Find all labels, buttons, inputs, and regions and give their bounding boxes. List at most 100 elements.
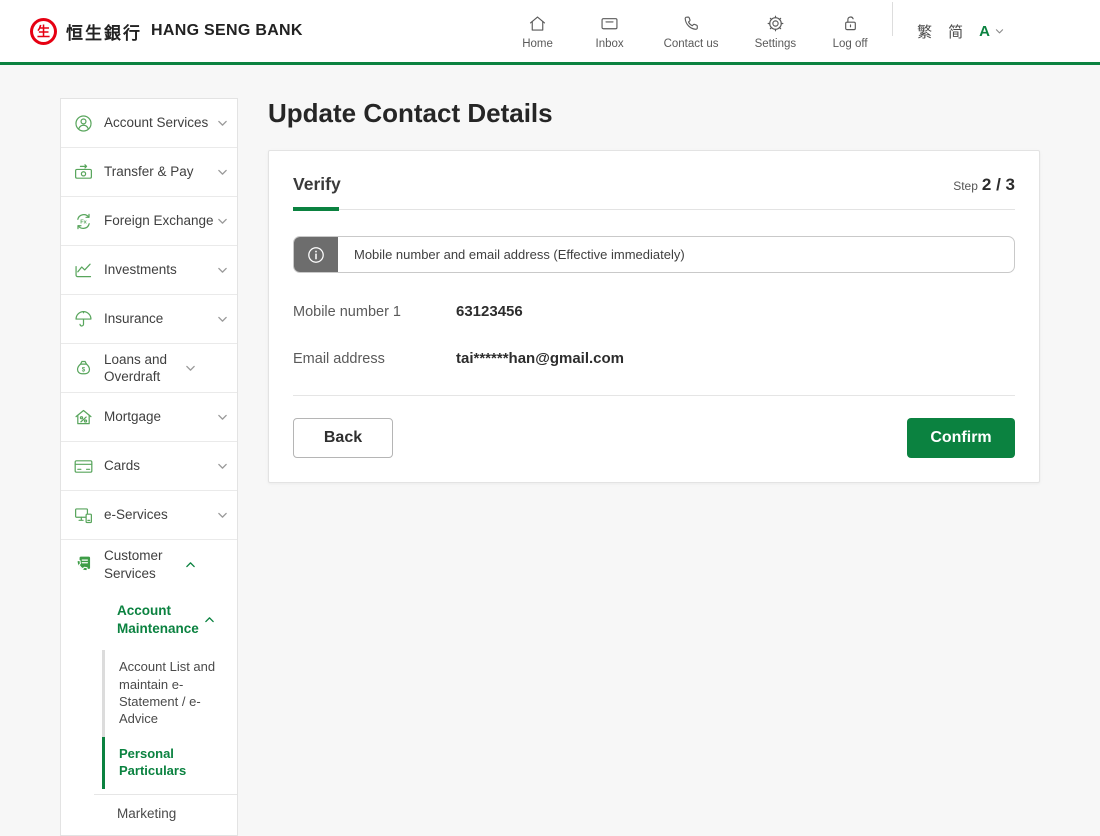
lang-simplified-chinese[interactable]: 简 — [948, 21, 963, 42]
sidebar-item-foreign-exchange[interactable]: Fx Foreign Exchange — [61, 197, 237, 246]
nav-contact-us-label: Contact us — [664, 38, 719, 50]
step-title: Verify — [293, 174, 341, 195]
sidebar-item-label: Transfer & Pay — [104, 163, 216, 180]
submenu-item-label: Account List and maintain e-Statement / … — [119, 659, 215, 726]
chevron-down-icon — [994, 26, 1005, 37]
sidebar-item-customer-services[interactable]: Customer Services — [61, 540, 237, 589]
confirm-button[interactable]: Confirm — [907, 418, 1015, 458]
sidebar-item-marketing[interactable]: Marketing — [61, 795, 237, 836]
card-icon — [73, 456, 94, 477]
bank-logo-glyph: 生 — [33, 21, 54, 42]
sidebar-item-label: Insurance — [104, 310, 216, 327]
lang-traditional-chinese[interactable]: 繁 — [917, 21, 932, 42]
submenu-label: Account Maintenance — [117, 602, 203, 637]
page-layout: Account Services Transfer & Pay Fx Forei… — [0, 65, 1100, 836]
chevron-down-icon — [216, 411, 229, 424]
step-prefix: Step — [953, 179, 978, 193]
header-nav: Home Inbox Contact us Settings — [520, 13, 869, 50]
sidebar-item-account-maintenance[interactable]: Account Maintenance — [61, 589, 237, 650]
font-size-selector[interactable]: A — [979, 23, 1005, 40]
chevron-up-icon — [203, 613, 216, 626]
sidebar-item-label: Account Services — [104, 114, 216, 131]
step-progress — [293, 207, 1015, 211]
field-label: Email address — [293, 351, 456, 367]
umbrella-icon — [73, 309, 94, 330]
sidebar-item-label: e-Services — [104, 506, 216, 523]
action-buttons: Back Confirm — [293, 418, 1015, 458]
nav-home[interactable]: Home — [520, 13, 556, 50]
chevron-down-icon — [216, 264, 229, 277]
svg-text:Fx: Fx — [80, 219, 87, 225]
step-value: 2 / 3 — [982, 175, 1015, 194]
sidebar-item-label: Foreign Exchange — [104, 212, 216, 229]
nav-log-off[interactable]: Log off — [832, 13, 868, 50]
sidebar-item-e-services[interactable]: e-Services — [61, 491, 237, 540]
step-indicator: Step 2 / 3 — [953, 175, 1015, 195]
page-title: Update Contact Details — [268, 98, 1040, 129]
card-divider — [293, 395, 1015, 396]
sidebar-item-cards[interactable]: Cards — [61, 442, 237, 491]
nav-inbox-label: Inbox — [596, 38, 624, 50]
nav-inbox[interactable]: Inbox — [592, 13, 628, 50]
nav-log-off-label: Log off — [833, 38, 868, 50]
nav-contact-us[interactable]: Contact us — [664, 13, 719, 50]
sidebar-item-account-services[interactable]: Account Services — [61, 99, 237, 148]
notice-banner: Mobile number and email address (Effecti… — [293, 236, 1015, 273]
gear-icon — [765, 13, 786, 34]
transfer-icon — [73, 162, 94, 183]
user-icon — [73, 113, 94, 134]
chevron-down-icon — [216, 215, 229, 228]
field-value: 63123456 — [456, 303, 523, 320]
lock-icon — [840, 13, 861, 34]
sidebar-item-label: Investments — [104, 261, 216, 278]
chevron-up-icon — [184, 558, 197, 571]
svg-text:$: $ — [82, 366, 86, 373]
submenu-label: Marketing — [117, 805, 203, 823]
chevron-down-icon — [216, 313, 229, 326]
bank-name-english: HANG SENG BANK — [151, 22, 303, 40]
chevron-down-icon — [184, 362, 197, 375]
sidebar-item-account-list-estatement[interactable]: Account List and maintain e-Statement / … — [102, 650, 237, 737]
phone-icon — [681, 13, 702, 34]
chevron-down-icon — [216, 460, 229, 473]
bank-logo-icon: 生 — [30, 18, 57, 45]
bank-logo[interactable]: 生 恒生銀行 HANG SENG BANK — [30, 18, 303, 45]
step-progress-active — [293, 207, 339, 211]
sidebar-item-mortgage[interactable]: Mortgage — [61, 393, 237, 442]
sidebar-item-label: Customer Services — [104, 547, 184, 582]
info-icon — [307, 246, 325, 264]
sidebar-item-label: Cards — [104, 457, 216, 474]
nav-settings[interactable]: Settings — [755, 13, 797, 50]
back-button[interactable]: Back — [293, 418, 393, 458]
inbox-icon — [599, 13, 620, 34]
field-label: Mobile number 1 — [293, 304, 456, 320]
bank-name-chinese: 恒生銀行 — [66, 19, 142, 44]
chart-icon — [73, 260, 94, 281]
header-divider — [892, 2, 893, 36]
sidebar-item-loans-overdraft[interactable]: $ Loans and Overdraft — [61, 344, 237, 393]
field-row-email: Email address tai******han@gmail.com — [293, 350, 1015, 367]
field-row-mobile: Mobile number 1 63123456 — [293, 303, 1015, 320]
home-icon — [527, 13, 548, 34]
sidebar-item-label: Loans and Overdraft — [104, 351, 184, 386]
house-percent-icon — [73, 407, 94, 428]
language-switcher: 繁 简 A — [917, 21, 1005, 42]
main-content: Update Contact Details Verify Step 2 / 3 — [268, 98, 1040, 483]
account-maintenance-submenu: Account List and maintain e-Statement / … — [102, 650, 237, 788]
chevron-down-icon — [216, 509, 229, 522]
sidebar-item-investments[interactable]: Investments — [61, 246, 237, 295]
devices-icon — [73, 505, 94, 526]
customer-service-icon — [73, 554, 94, 575]
card-header: Verify Step 2 / 3 — [293, 174, 1015, 195]
sidebar-item-transfer-pay[interactable]: Transfer & Pay — [61, 148, 237, 197]
sidebar-item-insurance[interactable]: Insurance — [61, 295, 237, 344]
font-size-label: A — [979, 23, 990, 40]
chevron-down-icon — [216, 117, 229, 130]
notice-badge — [294, 237, 338, 272]
sidebar-menu: Account Services Transfer & Pay Fx Forei… — [60, 98, 238, 836]
verify-card: Verify Step2 / 3 Mobile number and em — [268, 150, 1040, 483]
sidebar-item-personal-particulars[interactable]: Personal Particulars — [102, 737, 237, 789]
field-value: tai******han@gmail.com — [456, 350, 624, 367]
step-progress-track — [293, 209, 1015, 210]
nav-home-label: Home — [522, 38, 553, 50]
